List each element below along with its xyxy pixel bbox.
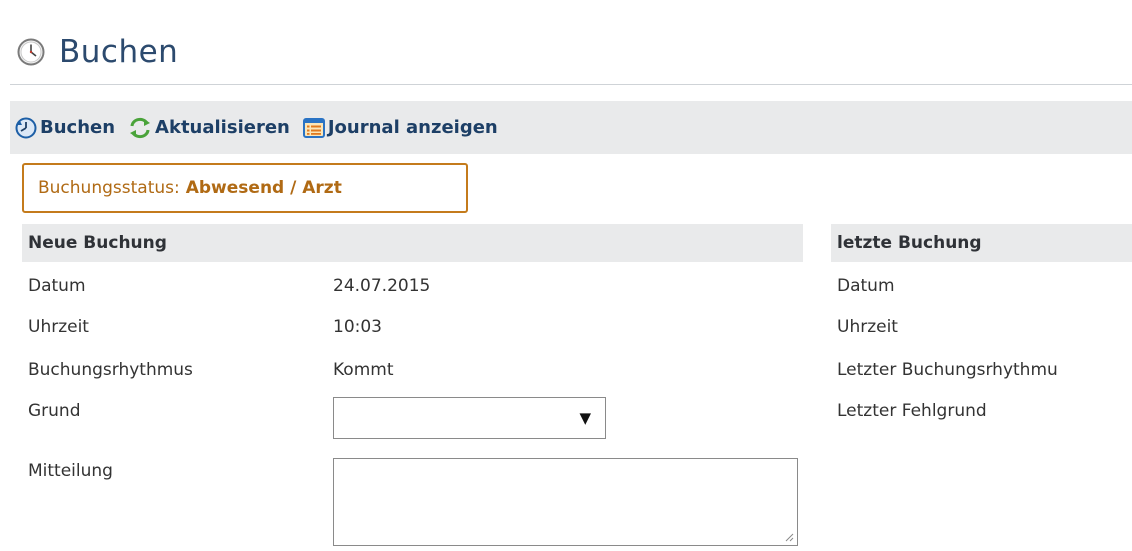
mitteilung-label: Mitteilung	[28, 461, 113, 481]
journal-list-icon	[302, 117, 325, 138]
journal-label: Journal anzeigen	[327, 117, 498, 138]
letzte-buchung-heading: letzte Buchung	[837, 233, 982, 253]
title-divider	[10, 84, 1132, 85]
datum-value: 24.07.2015	[333, 276, 431, 296]
letzte-buchung-header: letzte Buchung	[831, 224, 1132, 262]
buchen-label: Buchen	[40, 117, 116, 138]
uhrzeit-label: Uhrzeit	[28, 317, 89, 337]
journal-button[interactable]: Journal anzeigen	[302, 117, 498, 139]
letzter-buchungsrhythmus-label: Letzter Buchungsrhythmu	[837, 360, 1058, 380]
clock-arrow-icon	[15, 117, 37, 138]
status-value: Abwesend / Arzt	[185, 178, 342, 198]
neue-buchung-header: Neue Buchung	[22, 224, 803, 262]
letzte-datum-label: Datum	[837, 276, 895, 296]
refresh-icon	[130, 117, 151, 138]
toolbar: Buchen Aktualisieren Journal anzeigen	[10, 101, 1132, 154]
clock-icon	[17, 38, 45, 66]
dropdown-arrow-icon: ▼	[579, 409, 591, 427]
buchen-button[interactable]: Buchen	[15, 117, 115, 139]
status-badge: Buchungsstatus: Abwesend / Arzt	[22, 163, 468, 213]
aktualisieren-button[interactable]: Aktualisieren	[128, 117, 290, 139]
letzter-fehlgrund-label: Letzter Fehlgrund	[837, 401, 987, 421]
mitteilung-textarea[interactable]	[333, 458, 798, 546]
uhrzeit-value: 10:03	[333, 317, 382, 337]
neue-buchung-heading: Neue Buchung	[28, 233, 167, 253]
datum-label: Datum	[28, 276, 86, 296]
grund-select[interactable]: ▼	[333, 397, 606, 439]
aktualisieren-label: Aktualisieren	[155, 117, 290, 138]
status-label: Buchungsstatus:	[38, 178, 180, 198]
page-title: Buchen	[59, 34, 179, 70]
buchungsrhythmus-label: Buchungsrhythmus	[28, 360, 193, 380]
page-header: Buchen	[17, 30, 178, 74]
letzte-uhrzeit-label: Uhrzeit	[837, 317, 898, 337]
grund-label: Grund	[28, 401, 81, 421]
buchungsrhythmus-value: Kommt	[333, 360, 394, 380]
resize-grip-icon[interactable]	[784, 532, 794, 542]
